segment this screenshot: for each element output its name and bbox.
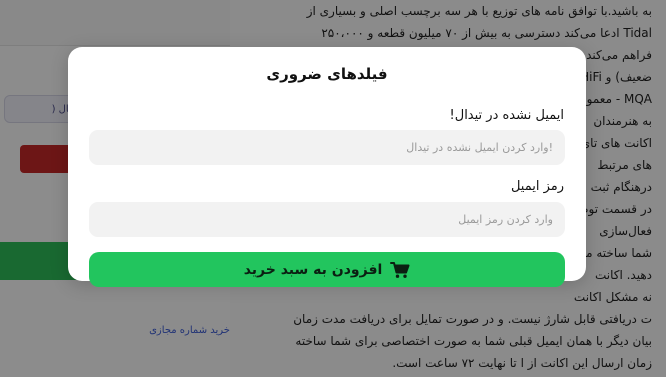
modal-title: فیلدهای ضروری (266, 65, 388, 83)
email-password-label: رمز ایمیل (510, 179, 564, 194)
add-to-cart-button[interactable]: افزودن به سبد خرید (89, 252, 565, 287)
required-fields-modal: فیلدهای ضروری ایمیل نشده در تیدال! رمز ا… (68, 47, 586, 287)
email-password-input[interactable] (89, 202, 565, 237)
cart-icon (390, 261, 410, 279)
tidal-email-input[interactable] (89, 130, 565, 165)
tidal-email-label: ایمیل نشده در تیدال! (449, 108, 564, 123)
add-to-cart-label: افزودن به سبد خرید (243, 261, 383, 278)
